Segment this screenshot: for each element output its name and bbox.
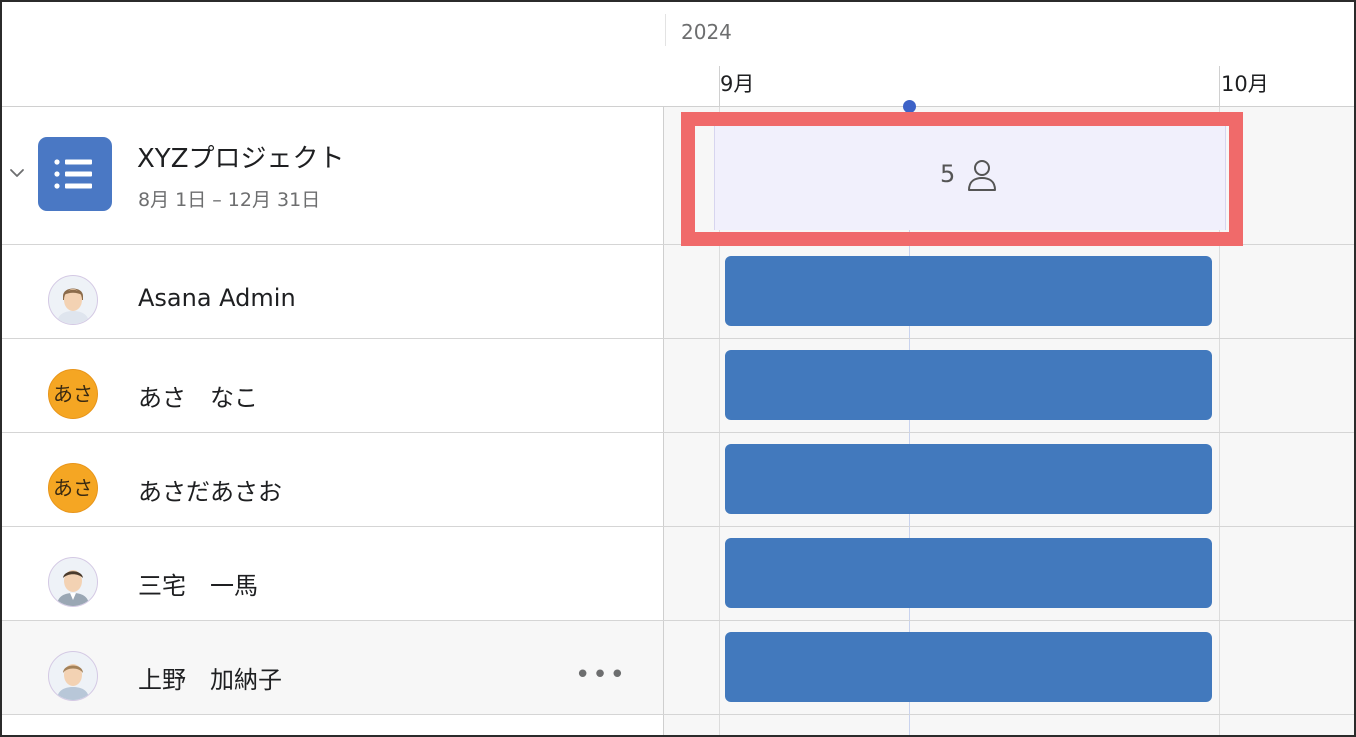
member-row[interactable] [2, 433, 663, 526]
list-icon [54, 159, 92, 189]
more-options-icon[interactable]: ••• [575, 660, 627, 690]
member-row[interactable] [2, 245, 663, 338]
year-label: 2024 [681, 20, 732, 44]
column-divider[interactable] [663, 107, 664, 735]
left-header [2, 2, 663, 106]
member-row[interactable] [2, 621, 663, 714]
member-row[interactable] [2, 527, 663, 620]
chevron-down-icon[interactable] [8, 164, 26, 182]
year-divider [665, 14, 666, 46]
project-dates: 8月 1日 – 12月 31日 [138, 189, 321, 211]
avatar: あさ [48, 463, 98, 513]
member-name[interactable]: あさだあさお [138, 472, 282, 507]
avatar: あさ [48, 369, 98, 419]
month-tick [1219, 66, 1220, 106]
project-icon [38, 137, 112, 211]
row-divider [2, 714, 1354, 715]
member-timeline-bar[interactable] [725, 350, 1212, 420]
avatar [48, 557, 98, 607]
highlight-box [681, 112, 1243, 246]
member-name[interactable]: 上野 加納子 [138, 660, 282, 695]
member-timeline-bar[interactable] [725, 256, 1212, 326]
member-row[interactable] [2, 339, 663, 432]
month-label-sep: 9月 [720, 72, 755, 96]
member-timeline-bar[interactable] [725, 632, 1212, 702]
member-timeline-bar[interactable] [725, 444, 1212, 514]
avatar [48, 651, 98, 701]
member-name[interactable]: 三宅 一馬 [138, 566, 258, 601]
avatar [48, 275, 98, 325]
member-name[interactable]: あさ なこ [138, 378, 258, 413]
member-name[interactable]: Asana Admin [138, 284, 296, 312]
member-timeline-bar[interactable] [725, 538, 1212, 608]
month-label-oct: 10月 [1221, 72, 1269, 96]
project-title[interactable]: XYZプロジェクト [137, 138, 345, 175]
